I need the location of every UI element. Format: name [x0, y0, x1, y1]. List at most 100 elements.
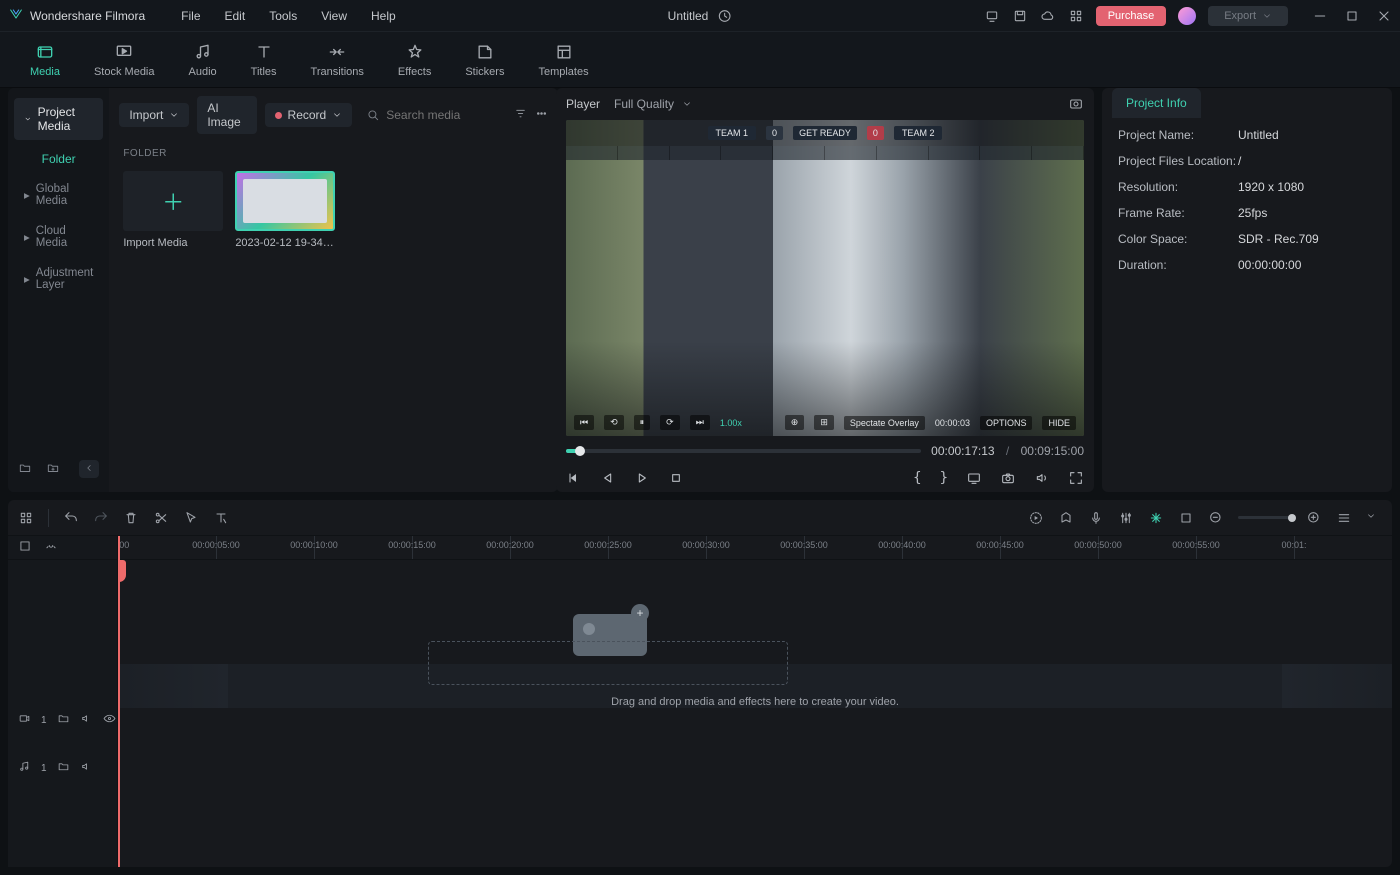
media-clip-tile[interactable]: 2023-02-12 19-34-47 [235, 171, 335, 249]
nav-media[interactable]: Media [26, 38, 64, 82]
layout-icon[interactable] [18, 510, 34, 526]
video-track-head[interactable]: 1 [8, 698, 117, 742]
marker-icon[interactable] [1058, 510, 1074, 526]
info-row: Frame Rate:25fps [1118, 206, 1376, 220]
sidebar-bottom [8, 452, 109, 486]
quality-select[interactable]: Full Quality [614, 97, 692, 111]
project-media-header[interactable]: Project Media [14, 98, 103, 140]
menu-help[interactable]: Help [359, 3, 408, 29]
video-preview[interactable]: TEAM 1 0 GET READY 0 TEAM 2 ⏮⟲⏸⟳⏭ 1.00x … [566, 120, 1084, 436]
sidebar-item-global[interactable]: ▸Global Media [8, 174, 109, 216]
delete-icon[interactable] [123, 510, 139, 526]
current-time: 00:00:17:13 [931, 444, 994, 458]
zoom-slider[interactable] [1238, 516, 1292, 519]
mark-out-icon[interactable]: } [940, 470, 948, 486]
import-media-tile[interactable]: ＋ Import Media [123, 171, 223, 249]
export-label: Export [1224, 10, 1256, 22]
track-options-icon[interactable] [1366, 510, 1382, 526]
crop-icon[interactable] [1178, 510, 1194, 526]
text-tool-icon[interactable] [213, 510, 229, 526]
audio-mixer-icon[interactable] [1118, 510, 1134, 526]
cloud-icon[interactable] [1040, 8, 1056, 24]
nav-templates[interactable]: Templates [534, 38, 592, 82]
display-mode-icon[interactable] [966, 470, 982, 486]
user-avatar[interactable] [1178, 7, 1196, 25]
fullscreen-icon[interactable] [1068, 470, 1084, 486]
play-backward-icon[interactable] [600, 470, 616, 486]
audio-track-head[interactable]: 1 [8, 748, 117, 788]
export-button[interactable]: Export [1208, 6, 1288, 26]
project-info-tab[interactable]: Project Info [1112, 88, 1201, 118]
nav-effects[interactable]: Effects [394, 38, 435, 82]
visibility-icon[interactable] [103, 712, 116, 728]
menu-view[interactable]: View [309, 3, 359, 29]
play-icon[interactable] [634, 470, 650, 486]
minimize-icon[interactable] [1312, 8, 1328, 24]
preview-scrubber[interactable] [566, 449, 921, 453]
nav-stock-media[interactable]: Stock Media [90, 38, 159, 82]
save-icon[interactable] [1012, 8, 1028, 24]
split-icon[interactable] [153, 510, 169, 526]
playhead[interactable] [118, 536, 120, 867]
menu-file[interactable]: File [169, 3, 212, 29]
filter-icon[interactable] [514, 107, 527, 123]
magnet-icon[interactable] [44, 539, 58, 556]
titlebar-right: Purchase Export [984, 6, 1392, 26]
device-icon[interactable] [984, 8, 1000, 24]
nav-label: Audio [189, 66, 217, 78]
player-tab[interactable]: Player [566, 97, 600, 111]
close-icon[interactable] [1376, 8, 1392, 24]
ai-image-button[interactable]: AI Image [197, 96, 256, 134]
record-dropdown[interactable]: Record [265, 103, 353, 127]
undo-icon[interactable] [63, 510, 79, 526]
mute-icon[interactable] [80, 760, 93, 776]
nav-label: Stickers [465, 66, 504, 78]
prev-frame-icon[interactable] [566, 470, 582, 486]
plus-icon: ＋ [162, 185, 184, 217]
auto-ripple-icon[interactable] [1148, 510, 1164, 526]
search-icon [366, 108, 380, 122]
nav-titles[interactable]: Titles [247, 38, 281, 82]
render-preview-icon[interactable] [1028, 510, 1044, 526]
sidebar-item-cloud[interactable]: ▸Cloud Media [8, 216, 109, 258]
nav-stickers[interactable]: Stickers [461, 38, 508, 82]
search-media[interactable] [360, 108, 506, 122]
mute-icon[interactable] [80, 712, 93, 728]
folder-tab[interactable]: Folder [8, 144, 109, 174]
nav-audio[interactable]: Audio [185, 38, 221, 82]
track-size-icon[interactable] [1336, 510, 1352, 526]
sidebar-item-adj-layer[interactable]: ▸Adjustment Layer [8, 258, 109, 300]
tile-label: Import Media [123, 237, 223, 249]
menu-edit[interactable]: Edit [213, 3, 258, 29]
maximize-icon[interactable] [1344, 8, 1360, 24]
nav-transitions[interactable]: Transitions [307, 38, 368, 82]
grid-icon[interactable] [1068, 8, 1084, 24]
select-tool-icon[interactable] [183, 510, 199, 526]
collapse-sidebar-icon[interactable] [79, 460, 99, 478]
redo-icon[interactable] [93, 510, 109, 526]
mark-in-icon[interactable]: { [913, 470, 921, 486]
snapshot-settings-icon[interactable] [1068, 96, 1084, 112]
zoom-out-icon[interactable] [1208, 510, 1224, 526]
game-hud-top: TEAM 1 0 GET READY 0 TEAM 2 [566, 120, 1084, 146]
timeline-tracks[interactable]: 00:00 00:00:05:00 00:00:10:00 00:00:15:0… [118, 536, 1392, 867]
menu-tools[interactable]: Tools [257, 3, 309, 29]
link-tracks-icon[interactable] [18, 539, 32, 556]
import-dropdown[interactable]: Import [119, 103, 189, 127]
zoom-in-icon[interactable] [1306, 510, 1322, 526]
search-input[interactable] [386, 108, 506, 122]
voiceover-icon[interactable] [1088, 510, 1104, 526]
new-folder-icon[interactable] [46, 461, 60, 478]
volume-icon[interactable] [1034, 470, 1050, 486]
more-icon[interactable] [535, 107, 548, 123]
history-icon[interactable] [716, 8, 732, 24]
audio-icon [193, 42, 213, 62]
folder-icon[interactable] [57, 760, 70, 776]
snapshot-icon[interactable] [1000, 470, 1016, 486]
folder-open-icon[interactable] [18, 461, 32, 478]
time-ruler[interactable]: 00:00 00:00:05:00 00:00:10:00 00:00:15:0… [118, 536, 1392, 560]
drop-zone[interactable] [428, 641, 788, 685]
stop-icon[interactable] [668, 470, 684, 486]
purchase-button[interactable]: Purchase [1096, 6, 1166, 26]
folder-icon[interactable] [57, 712, 70, 728]
